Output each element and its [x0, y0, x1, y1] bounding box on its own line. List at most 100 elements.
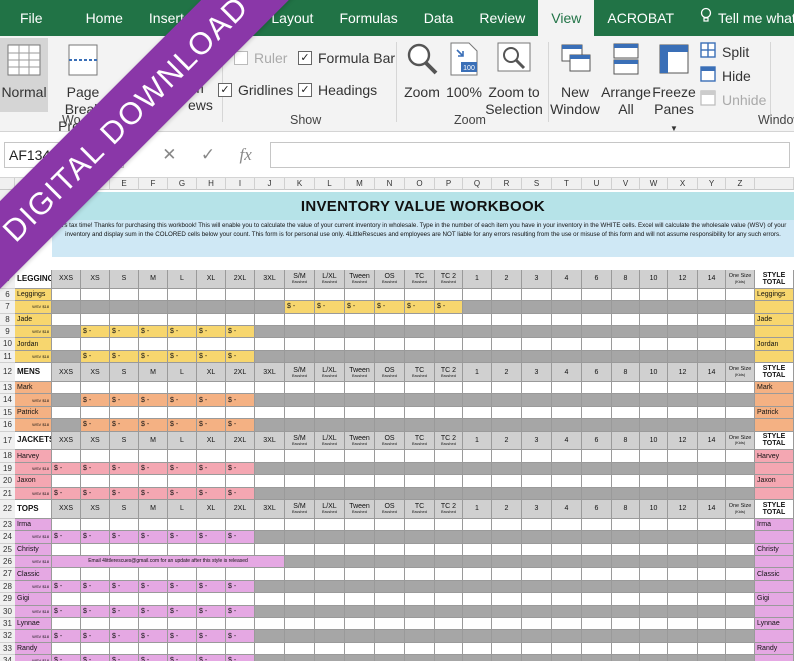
count-input[interactable]	[139, 593, 168, 606]
row-header[interactable]: 20	[0, 475, 15, 488]
count-input[interactable]	[197, 338, 226, 351]
count-input[interactable]	[463, 543, 492, 556]
count-input[interactable]	[492, 338, 522, 351]
count-input[interactable]	[315, 518, 345, 532]
row-header[interactable]: 24	[0, 531, 15, 544]
count-input[interactable]	[255, 382, 285, 395]
count-input[interactable]	[522, 288, 552, 302]
wsv-total-cell[interactable]: $ -	[110, 350, 139, 364]
count-input[interactable]	[552, 642, 582, 656]
column-header[interactable]: N	[375, 178, 405, 190]
count-input[interactable]	[285, 450, 315, 463]
count-input[interactable]	[612, 475, 640, 488]
count-input[interactable]	[405, 518, 435, 532]
row-header[interactable]: 18	[0, 450, 15, 463]
count-input[interactable]	[285, 288, 315, 302]
count-input[interactable]	[139, 288, 168, 302]
count-input[interactable]	[139, 642, 168, 656]
count-input[interactable]	[110, 382, 139, 395]
count-input[interactable]	[168, 518, 197, 532]
row-header[interactable]: 8	[0, 313, 15, 326]
count-input[interactable]	[435, 518, 463, 532]
wsv-total-cell[interactable]: $ -	[168, 487, 197, 500]
count-input[interactable]	[492, 382, 522, 395]
count-input[interactable]	[285, 338, 315, 351]
count-input[interactable]	[698, 568, 726, 581]
wsv-total-cell[interactable]: $ -	[197, 531, 226, 544]
normal-view-button[interactable]: Normal	[0, 38, 48, 112]
count-input[interactable]	[81, 338, 110, 351]
row-header[interactable]: 30	[0, 605, 15, 618]
count-input[interactable]	[726, 338, 755, 351]
count-input[interactable]	[552, 543, 582, 556]
count-input[interactable]	[315, 406, 345, 420]
count-input[interactable]	[110, 618, 139, 631]
count-input[interactable]	[522, 642, 552, 656]
count-input[interactable]	[698, 288, 726, 302]
wsv-total-cell[interactable]: $ -	[52, 605, 81, 618]
count-input[interactable]	[492, 475, 522, 488]
count-input[interactable]	[315, 313, 345, 326]
row-header[interactable]: 22	[0, 500, 15, 519]
count-input[interactable]	[255, 288, 285, 302]
count-input[interactable]	[285, 618, 315, 631]
count-input[interactable]	[139, 475, 168, 488]
count-input[interactable]	[110, 406, 139, 420]
count-input[interactable]	[226, 406, 255, 420]
count-input[interactable]	[698, 543, 726, 556]
count-input[interactable]	[668, 313, 698, 326]
count-input[interactable]	[315, 382, 345, 395]
column-header[interactable]: T	[552, 178, 582, 190]
wsv-total-cell[interactable]: $ -	[81, 326, 110, 339]
headings-checkbox[interactable]: ✓ Headings	[298, 82, 377, 98]
count-input[interactable]	[668, 450, 698, 463]
count-input[interactable]	[522, 406, 552, 420]
count-input[interactable]	[226, 518, 255, 532]
count-input[interactable]	[255, 642, 285, 656]
count-input[interactable]	[52, 338, 81, 351]
count-input[interactable]	[405, 593, 435, 606]
count-input[interactable]	[345, 618, 375, 631]
wsv-total-cell[interactable]: $ -	[52, 462, 81, 476]
count-input[interactable]	[492, 543, 522, 556]
column-header[interactable]: P	[435, 178, 463, 190]
count-input[interactable]	[698, 406, 726, 420]
count-input[interactable]	[81, 406, 110, 420]
row-header[interactable]: 14	[0, 394, 15, 407]
wsv-total-cell[interactable]: $ -	[168, 462, 197, 476]
count-input[interactable]	[522, 543, 552, 556]
count-input[interactable]	[226, 568, 255, 581]
count-input[interactable]	[197, 382, 226, 395]
wsv-total-cell[interactable]: $ -	[81, 605, 110, 618]
count-input[interactable]	[375, 313, 405, 326]
row-header[interactable]: 23	[0, 518, 15, 532]
count-input[interactable]	[315, 475, 345, 488]
count-input[interactable]	[110, 288, 139, 302]
wsv-total-cell[interactable]: $ -	[81, 462, 110, 476]
wsv-total-cell[interactable]: $ -	[81, 350, 110, 364]
count-input[interactable]	[435, 642, 463, 656]
wsv-total-cell[interactable]: $ -	[110, 462, 139, 476]
count-input[interactable]	[522, 618, 552, 631]
wsv-total-cell[interactable]: $ -	[168, 605, 197, 618]
wsv-total-cell[interactable]: $ -	[139, 326, 168, 339]
count-input[interactable]	[139, 450, 168, 463]
wsv-total-cell[interactable]: $ -	[226, 630, 255, 643]
count-input[interactable]	[226, 475, 255, 488]
count-input[interactable]	[582, 406, 612, 420]
count-input[interactable]	[612, 618, 640, 631]
count-input[interactable]	[435, 593, 463, 606]
count-input[interactable]	[522, 450, 552, 463]
count-input[interactable]	[405, 450, 435, 463]
count-input[interactable]	[226, 382, 255, 395]
wsv-total-cell[interactable]: $ -	[315, 301, 345, 314]
count-input[interactable]	[405, 406, 435, 420]
wsv-total-cell[interactable]: $ -	[197, 350, 226, 364]
count-input[interactable]	[405, 288, 435, 302]
wsv-total-cell[interactable]: $ -	[168, 531, 197, 544]
count-input[interactable]	[640, 338, 668, 351]
split-button[interactable]: Split	[700, 42, 749, 61]
row-header[interactable]: 32	[0, 630, 15, 643]
count-input[interactable]	[375, 382, 405, 395]
count-input[interactable]	[552, 475, 582, 488]
